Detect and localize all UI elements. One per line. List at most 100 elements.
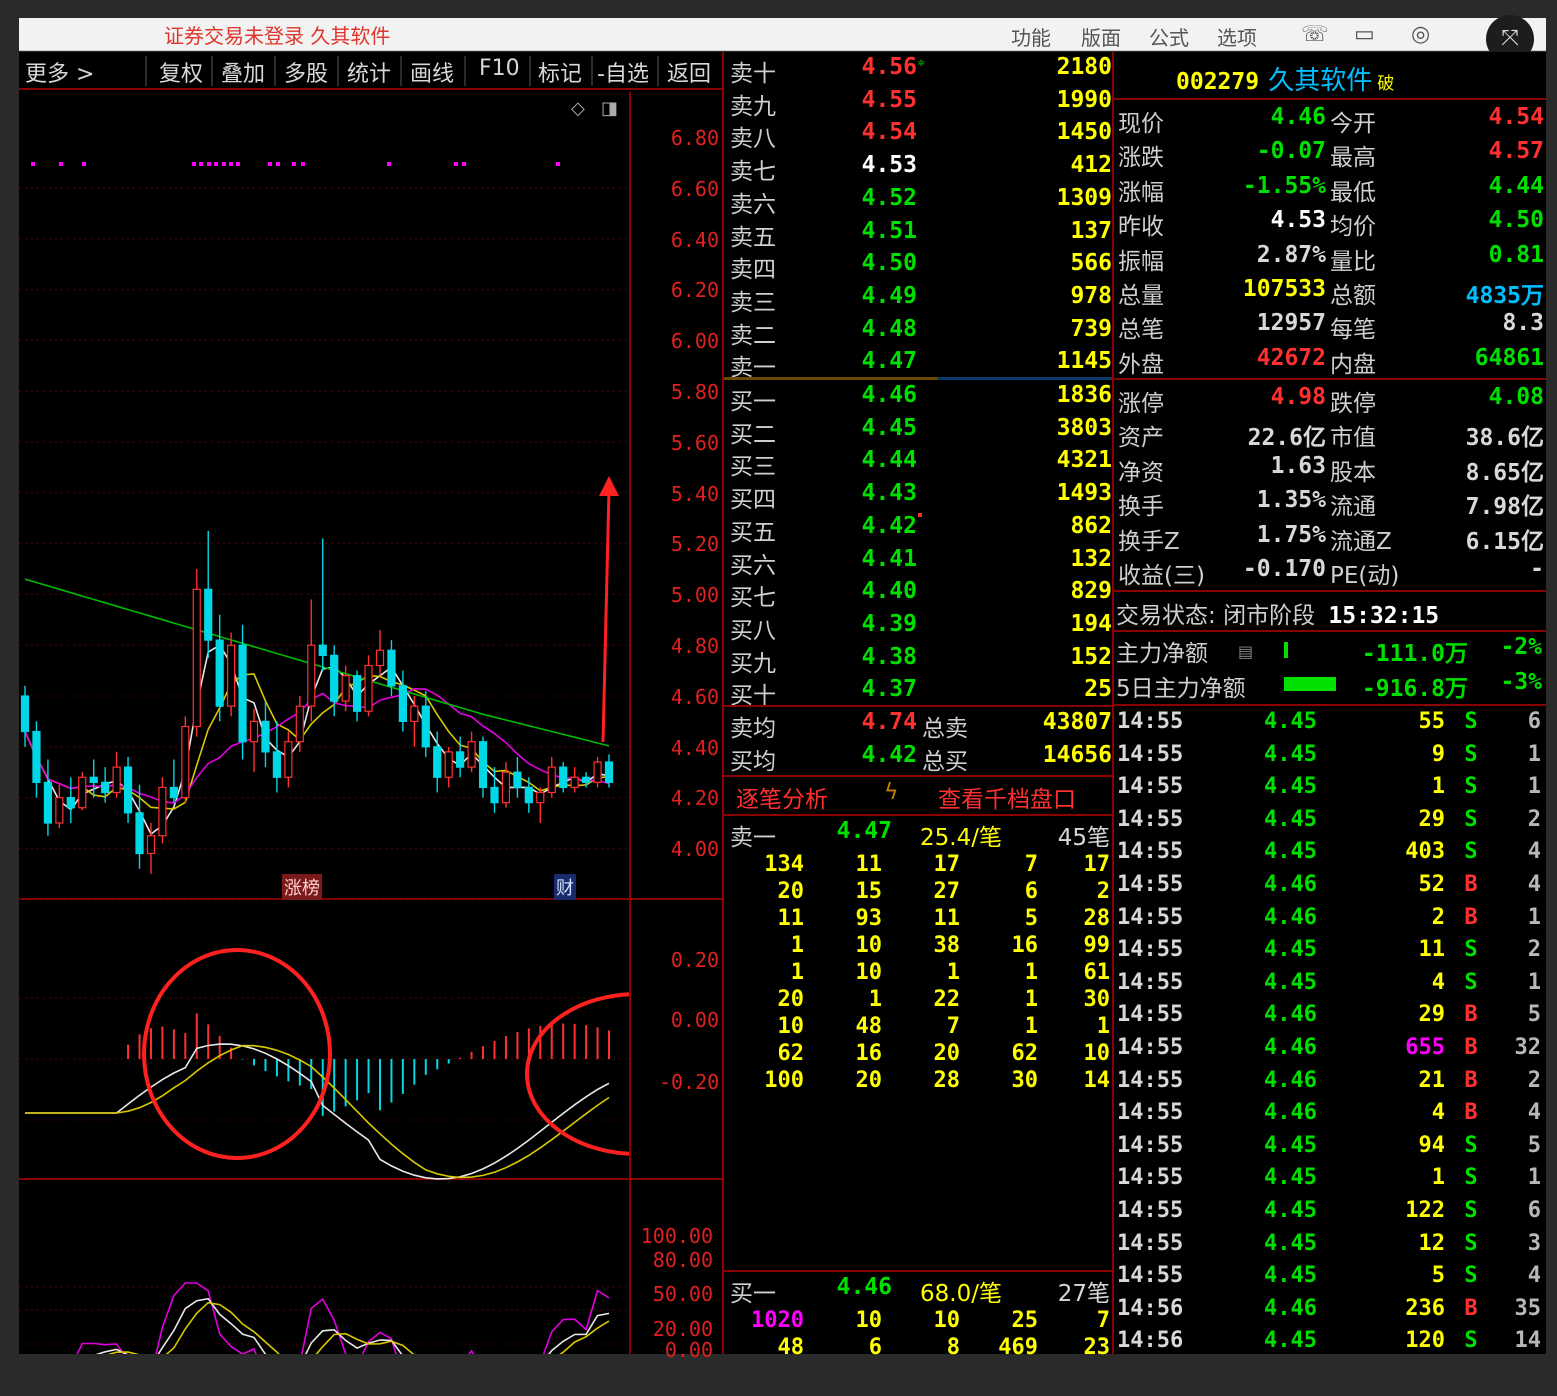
- bids-level-row[interactable]: 买一 4.46 1836: [724, 382, 1112, 415]
- menu-layout[interactable]: 版面: [1081, 22, 1121, 51]
- bids-level-row[interactable]: 买四 4.43 1493: [724, 480, 1112, 513]
- tab-tick-analysis[interactable]: 逐笔分析: [736, 780, 828, 814]
- asks-level-row[interactable]: 卖八 4.54 1450: [724, 119, 1112, 152]
- queue-volume: 61: [1083, 960, 1111, 985]
- trade-row[interactable]: 14:55 4.46 655 B 32: [1117, 1035, 1545, 1068]
- asks-level-row[interactable]: 卖四 4.50 566: [724, 250, 1112, 283]
- self-select-button[interactable]: -自选: [597, 56, 649, 88]
- candle-body: [513, 771, 522, 789]
- toolbar-separator: [400, 56, 402, 86]
- queue-volume: 48: [777, 1335, 805, 1360]
- service-icon[interactable]: ☏: [1301, 22, 1329, 47]
- price-tick-label: 6.20: [670, 278, 719, 303]
- toolbar-separator: [464, 56, 466, 86]
- asks-level-row[interactable]: 卖五 4.51 137: [724, 218, 1112, 251]
- avg-buy-row: 买均 4.42 总买 14656: [730, 742, 1112, 775]
- kdj-k-line: [95, 1297, 610, 1354]
- candle-body: [227, 644, 236, 707]
- zhangbang-badge[interactable]: 涨榜: [282, 874, 322, 900]
- trade-row[interactable]: 14:55 4.45 9 S 1: [1117, 742, 1545, 775]
- bids-level-row[interactable]: 买七 4.40 829: [724, 578, 1112, 611]
- annotation-circle: [142, 948, 332, 1160]
- trade-row[interactable]: 14:56 4.46 236 B 35: [1117, 1296, 1545, 1329]
- panel-toggle-icon[interactable]: ◨: [601, 98, 618, 119]
- trade-status: 交易状态: 闭市阶段 15:32:15: [1116, 603, 1440, 629]
- trade-row[interactable]: 14:55 4.45 5 S 4: [1117, 1263, 1545, 1296]
- trade-row[interactable]: 14:55 4.45 1 S 1: [1117, 774, 1545, 807]
- candle-body: [410, 705, 419, 722]
- signal-dot: [236, 162, 240, 166]
- bids-level-row[interactable]: 买二 4.45 3803: [724, 415, 1112, 448]
- candle-body: [341, 675, 350, 702]
- back-button[interactable]: 返回: [667, 56, 711, 88]
- spread-divider: [724, 377, 1112, 380]
- asks-level-row[interactable]: 卖七 4.53 412: [724, 152, 1112, 185]
- stock-name[interactable]: 久其软件: [1268, 66, 1372, 96]
- queue-volume: 1: [1024, 1014, 1038, 1039]
- message-icon[interactable]: ◎: [1411, 22, 1430, 47]
- multi-stock-button[interactable]: 多股: [284, 56, 328, 88]
- tab-thousand-depth[interactable]: 查看千档盘口: [938, 780, 1076, 814]
- diamond-icon[interactable]: ◇: [571, 98, 585, 119]
- candle-body: [398, 685, 407, 723]
- trade-row[interactable]: 14:55 4.46 21 B 2: [1117, 1068, 1545, 1101]
- price-tick-label: 4.00: [670, 837, 719, 862]
- trade-row[interactable]: 14:56 4.45 120 S 14: [1117, 1328, 1545, 1361]
- queue-volume: 5: [1024, 906, 1038, 931]
- asks-level-row[interactable]: 卖二 4.48 739: [724, 316, 1112, 349]
- avg-sell-row: 卖均 4.74 总卖 43807: [730, 709, 1112, 742]
- statistics-button[interactable]: 统计: [347, 56, 391, 88]
- restore-rights-button[interactable]: 复权: [159, 56, 203, 88]
- price-tick-label: 6.40: [670, 227, 719, 252]
- quote-row: 涨幅 -1.55% 最低 4.44: [1118, 172, 1544, 206]
- finance-badge[interactable]: 财: [554, 874, 576, 900]
- toolbar-separator: [337, 56, 339, 86]
- trade-row[interactable]: 14:55 4.46 4 B 4: [1117, 1100, 1545, 1133]
- toolbar-separator: [211, 56, 213, 86]
- bids-level-row[interactable]: 买三 4.44 4321: [724, 447, 1112, 480]
- trade-row[interactable]: 14:55 4.45 122 S 6: [1117, 1198, 1545, 1231]
- more-button[interactable]: 更多 >: [25, 56, 94, 88]
- bids-level-row[interactable]: 买五 4.42 862: [724, 513, 1112, 546]
- queue-volume: 20: [777, 987, 805, 1012]
- asks-level-row[interactable]: 卖九 4.55 1990: [724, 87, 1112, 120]
- asks-level-row[interactable]: 卖三 4.49 978: [724, 283, 1112, 316]
- queue-volume: 62: [777, 1041, 805, 1066]
- bids-level-row[interactable]: 买八 4.39 194: [724, 611, 1112, 644]
- kline-chart[interactable]: [19, 92, 629, 1354]
- candle-body: [570, 776, 579, 789]
- window-icon[interactable]: ▭: [1354, 22, 1375, 47]
- trade-row[interactable]: 14:55 4.46 52 B 4: [1117, 872, 1545, 905]
- menu-function[interactable]: 功能: [1011, 22, 1051, 51]
- mark-button[interactable]: 标记: [538, 56, 582, 88]
- menu-formula[interactable]: 公式: [1149, 22, 1189, 51]
- toolbar-separator: [657, 56, 659, 86]
- trade-row[interactable]: 14:55 4.46 29 B 5: [1117, 1002, 1545, 1035]
- trade-row[interactable]: 14:55 4.45 403 S 4: [1117, 839, 1545, 872]
- candle-body: [456, 751, 465, 768]
- trade-row[interactable]: 14:55 4.45 55 S 6: [1117, 709, 1545, 742]
- queue-volume: 1: [868, 987, 882, 1012]
- toolbar-separator: [591, 56, 593, 86]
- asks-level-row[interactable]: 卖六 4.52 1309: [724, 185, 1112, 218]
- up-marker-icon: ≑: [917, 58, 926, 69]
- bids-level-row[interactable]: 买九 4.38 152: [724, 644, 1112, 677]
- bids-level-row[interactable]: 买六 4.41 132: [724, 546, 1112, 579]
- macd-dea-line: [25, 1044, 610, 1179]
- trade-row[interactable]: 14:55 4.45 94 S 5: [1117, 1133, 1545, 1166]
- overlay-button[interactable]: 叠加: [221, 56, 265, 88]
- draw-line-button[interactable]: 画线: [410, 56, 454, 88]
- trade-row[interactable]: 14:55 4.45 12 S 3: [1117, 1231, 1545, 1264]
- trade-row[interactable]: 14:55 4.45 29 S 2: [1117, 807, 1545, 840]
- list-icon[interactable]: ▤: [1238, 642, 1253, 661]
- trade-row[interactable]: 14:55 4.45 11 S 2: [1117, 937, 1545, 970]
- trade-row[interactable]: 14:55 4.45 1 S 1: [1117, 1165, 1545, 1198]
- stock-header: 002279 久其软件 破: [1176, 60, 1394, 97]
- trade-row[interactable]: 14:55 4.45 4 S 1: [1117, 970, 1545, 1003]
- f10-button[interactable]: F10: [479, 56, 520, 81]
- queue-volume: 100: [764, 1068, 804, 1093]
- menu-options[interactable]: 选项: [1217, 22, 1257, 51]
- trade-row[interactable]: 14:55 4.46 2 B 1: [1117, 905, 1545, 938]
- signal-dot: [268, 162, 272, 166]
- queue-volume: 1: [946, 960, 960, 985]
